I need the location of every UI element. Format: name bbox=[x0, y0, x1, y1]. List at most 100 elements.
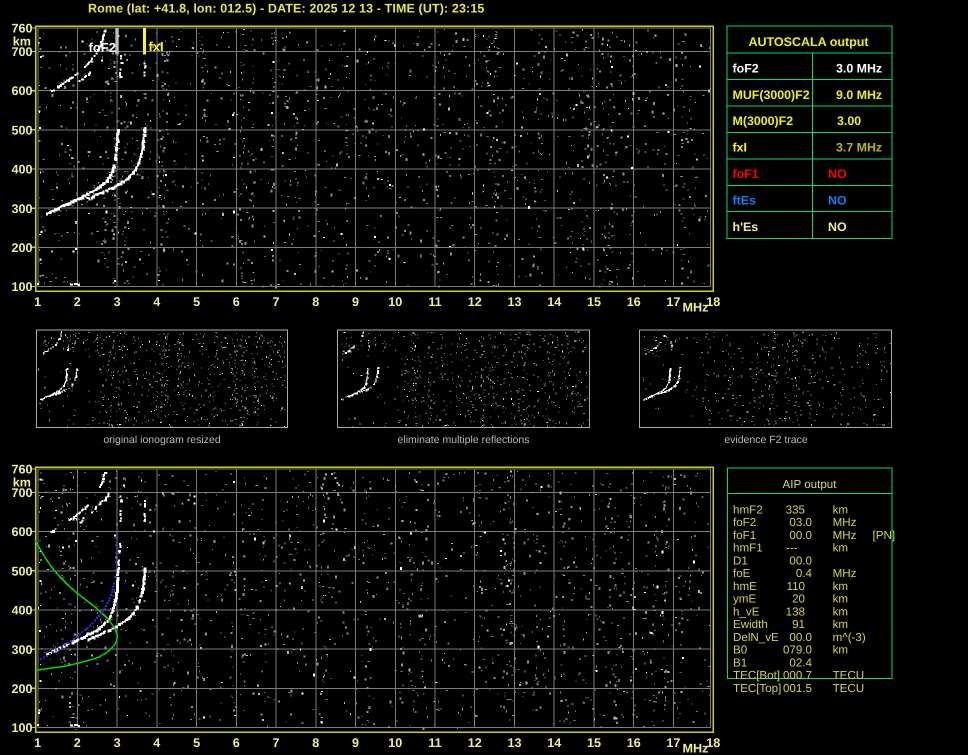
svg-text:TEC[Top]: TEC[Top] bbox=[733, 682, 781, 695]
svg-text:MHz: MHz bbox=[833, 529, 857, 542]
svg-text:3.0 MHz: 3.0 MHz bbox=[836, 61, 882, 75]
svg-text:ftEs: ftEs bbox=[733, 194, 757, 208]
svg-text:Rome (lat: +41.8, lon: 012.5): Rome (lat: +41.8, lon: 012.5) - DATE: 20… bbox=[88, 1, 484, 15]
svg-text:foF2: foF2 bbox=[733, 61, 759, 75]
svg-text:400: 400 bbox=[11, 163, 32, 177]
svg-text:17: 17 bbox=[666, 295, 680, 309]
svg-text:9: 9 bbox=[352, 736, 359, 750]
svg-text:km: km bbox=[833, 542, 848, 555]
svg-text:TECU: TECU bbox=[833, 669, 865, 682]
svg-text:10: 10 bbox=[388, 295, 402, 309]
svg-text:400: 400 bbox=[11, 604, 32, 618]
svg-text:8: 8 bbox=[312, 295, 319, 309]
svg-text:6: 6 bbox=[233, 295, 240, 309]
svg-text:138: 138 bbox=[786, 605, 805, 618]
svg-text:15: 15 bbox=[587, 736, 601, 750]
svg-text:000.7: 000.7 bbox=[783, 669, 812, 682]
svg-text:h_vE: h_vE bbox=[733, 605, 760, 618]
svg-text:13: 13 bbox=[507, 736, 521, 750]
svg-text:8: 8 bbox=[312, 736, 319, 750]
svg-text:02.4: 02.4 bbox=[789, 656, 812, 669]
svg-text:h'Es: h'Es bbox=[733, 220, 759, 234]
svg-text:335: 335 bbox=[786, 503, 805, 516]
svg-text:hmF1: hmF1 bbox=[733, 542, 763, 555]
svg-text:foF2: foF2 bbox=[89, 40, 116, 55]
svg-text:500: 500 bbox=[11, 123, 32, 137]
svg-text:fxI: fxI bbox=[149, 39, 164, 54]
svg-text:600: 600 bbox=[11, 525, 32, 539]
svg-text:1: 1 bbox=[34, 736, 41, 750]
svg-text:14: 14 bbox=[547, 736, 561, 750]
svg-text:100: 100 bbox=[11, 721, 32, 735]
svg-text:600: 600 bbox=[11, 84, 32, 98]
svg-text:---: --- bbox=[786, 542, 798, 555]
svg-text:110: 110 bbox=[787, 580, 805, 593]
svg-text:0.4: 0.4 bbox=[796, 567, 813, 580]
svg-text:3: 3 bbox=[114, 295, 121, 309]
svg-text:16: 16 bbox=[627, 736, 641, 750]
svg-text:km: km bbox=[13, 34, 31, 48]
svg-text:13: 13 bbox=[507, 295, 521, 309]
svg-text:5: 5 bbox=[193, 295, 200, 309]
svg-text:7: 7 bbox=[272, 736, 279, 750]
svg-text:km: km bbox=[833, 503, 848, 516]
svg-text:079.0: 079.0 bbox=[783, 644, 812, 657]
svg-text:12: 12 bbox=[468, 736, 482, 750]
svg-text:km: km bbox=[833, 593, 848, 606]
svg-text:200: 200 bbox=[11, 682, 32, 696]
svg-text:4: 4 bbox=[153, 295, 160, 309]
svg-text:Ewidth: Ewidth bbox=[733, 618, 768, 631]
svg-text:11: 11 bbox=[428, 736, 441, 750]
svg-text:NO: NO bbox=[828, 167, 847, 181]
svg-text:TEC[Bot]: TEC[Bot] bbox=[733, 669, 780, 682]
svg-text:D1: D1 bbox=[733, 554, 748, 567]
svg-text:km: km bbox=[833, 618, 848, 631]
svg-text:hmE: hmE bbox=[733, 580, 757, 593]
svg-text:001.5: 001.5 bbox=[783, 682, 812, 695]
svg-text:5: 5 bbox=[193, 736, 200, 750]
svg-text:3.7 MHz: 3.7 MHz bbox=[836, 141, 882, 155]
svg-text:AUTOSCALA output: AUTOSCALA output bbox=[748, 35, 869, 49]
svg-text:300: 300 bbox=[11, 202, 32, 216]
svg-text:fxI: fxI bbox=[733, 141, 747, 155]
svg-text:16: 16 bbox=[627, 295, 641, 309]
svg-text:foE: foE bbox=[733, 567, 751, 580]
svg-text:MUF(3000)F2: MUF(3000)F2 bbox=[733, 88, 810, 102]
svg-text:6: 6 bbox=[233, 736, 240, 750]
svg-text:4: 4 bbox=[153, 736, 160, 750]
svg-text:m^(-3): m^(-3) bbox=[833, 631, 866, 644]
svg-text:17: 17 bbox=[666, 736, 680, 750]
svg-text:original ionogram resized: original ionogram resized bbox=[103, 434, 220, 446]
svg-text:3: 3 bbox=[114, 736, 121, 750]
svg-text:eliminate multiple reflections: eliminate multiple reflections bbox=[398, 434, 530, 446]
svg-text:M(3000)F2: M(3000)F2 bbox=[733, 114, 794, 128]
svg-text:evidence F2 trace: evidence F2 trace bbox=[724, 434, 808, 446]
svg-text:NO: NO bbox=[828, 194, 847, 208]
svg-text:DelN_vE: DelN_vE bbox=[733, 631, 779, 644]
svg-text:km: km bbox=[13, 475, 31, 489]
svg-text:foF1: foF1 bbox=[733, 167, 759, 181]
svg-text:TECU: TECU bbox=[833, 682, 865, 695]
svg-text:km: km bbox=[833, 605, 848, 618]
svg-text:2: 2 bbox=[74, 736, 81, 750]
svg-text:hmF2: hmF2 bbox=[733, 503, 763, 516]
svg-text:00.0: 00.0 bbox=[789, 529, 812, 542]
svg-text:foF1: foF1 bbox=[733, 529, 756, 542]
svg-text:10: 10 bbox=[388, 736, 402, 750]
svg-text:MHz: MHz bbox=[683, 301, 709, 315]
svg-text:03.0: 03.0 bbox=[789, 516, 812, 529]
svg-text:500: 500 bbox=[11, 564, 32, 578]
svg-text:9.0 MHz: 9.0 MHz bbox=[836, 88, 882, 102]
svg-text:1: 1 bbox=[34, 295, 41, 309]
svg-text:B1: B1 bbox=[733, 656, 747, 669]
svg-text:300: 300 bbox=[11, 643, 32, 657]
svg-text:20: 20 bbox=[792, 593, 805, 606]
svg-text:7: 7 bbox=[272, 295, 279, 309]
svg-text:2: 2 bbox=[74, 295, 81, 309]
svg-text:00.0: 00.0 bbox=[789, 554, 812, 567]
svg-text:MHz: MHz bbox=[833, 516, 857, 529]
svg-text:AIP output: AIP output bbox=[783, 478, 838, 491]
svg-text:100: 100 bbox=[11, 280, 32, 294]
svg-text:9: 9 bbox=[352, 295, 359, 309]
svg-text:14: 14 bbox=[547, 295, 561, 309]
